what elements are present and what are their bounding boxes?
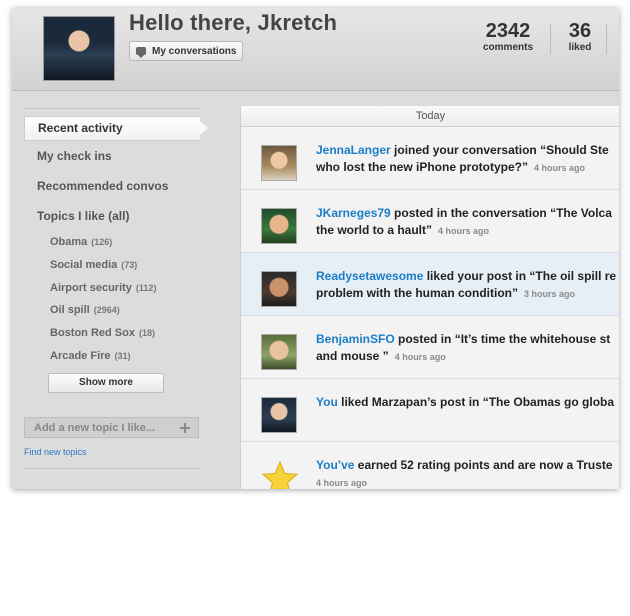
feed-text: You liked Marzapan’s post in “The Obamas…	[316, 394, 619, 411]
add-topic-input[interactable]	[34, 421, 174, 434]
feed-message: joined your conversation “Should Ste	[390, 143, 609, 157]
topic-name: Boston Red Sox	[50, 327, 135, 340]
profile-header: Hello there, Jkretch My conversations 23…	[12, 8, 619, 91]
liked-label: liked	[568, 42, 592, 53]
feed-item[interactable]: JKarneges79 posted in the conversation “…	[241, 190, 619, 253]
topic-count: (126)	[91, 237, 113, 247]
topic-name: Airport security	[50, 281, 132, 294]
topic-count: (2964)	[93, 305, 120, 316]
topic-item[interactable]: Arcade Fire (31)	[24, 345, 200, 368]
man-avatar[interactable]	[261, 208, 297, 244]
feed-timestamp: 4 hours ago	[316, 478, 368, 488]
feed-item[interactable]: You’ve earned 52 rating points and are n…	[241, 442, 619, 489]
topic-count: (112)	[135, 282, 157, 293]
topic-item[interactable]: Social media (73)	[24, 254, 200, 277]
feed-message: posted in the conversation “The Volca	[390, 206, 612, 220]
feed-timestamp: 4 hours ago	[534, 163, 586, 173]
feed-message: liked your post in “The oil spill re	[423, 269, 617, 283]
stat-divider	[606, 24, 607, 54]
comments-label: comments	[482, 42, 533, 53]
feed-timestamp: 3 hours ago	[524, 289, 576, 299]
profile-avatar[interactable]	[43, 16, 115, 81]
my-conversations-button[interactable]: My conversations	[129, 41, 243, 61]
feed-message: earned 52 rating points and are now a Tr…	[354, 458, 613, 472]
feed-timestamp: 4 hours ago	[394, 352, 446, 362]
feed-username[interactable]: BenjaminSFO	[316, 332, 395, 346]
sidebar: Recent activity My check ins Recommended…	[24, 108, 208, 393]
feed-username[interactable]: You	[316, 395, 338, 409]
liked-stat[interactable]: 36 liked	[560, 20, 600, 53]
topic-name: Obama	[50, 236, 88, 248]
feed-text: JKarneges79 posted in the conversation “…	[316, 205, 619, 240]
app-frame: Hello there, Jkretch My conversations 23…	[12, 8, 619, 489]
sidebar-divider	[24, 468, 200, 469]
feed-timestamp: 4 hours ago	[438, 226, 490, 236]
feed-text: Readysetawesome liked your post in “The …	[316, 268, 619, 303]
plus-icon[interactable]	[180, 423, 190, 433]
sidebar-item-recent-activity[interactable]: Recent activity	[24, 116, 208, 141]
topic-count: (18)	[138, 328, 155, 339]
feed-text: JennaLanger joined your conversation “Sh…	[316, 142, 619, 177]
feed-item[interactable]: You liked Marzapan’s post in “The Obamas…	[241, 379, 619, 442]
add-topic-field[interactable]	[24, 417, 199, 438]
feed-date-header: Today	[241, 106, 619, 127]
feed-text: BenjaminSFO posted in “It’s time the whi…	[316, 331, 619, 366]
feed-message-cont: who lost the new iPhone prototype?”	[316, 160, 528, 174]
feed-item[interactable]: Readysetawesome liked your post in “The …	[241, 253, 619, 316]
activity-feed: Today JennaLanger joined your conversati…	[240, 106, 619, 489]
liked-count: 36	[568, 20, 592, 42]
page-title: Hello there, Jkretch	[129, 10, 338, 35]
star-icon	[261, 460, 299, 489]
topic-name: Arcade Fire	[50, 349, 111, 362]
feed-message-cont: problem with the human condition”	[316, 286, 518, 300]
feed-username[interactable]: You’ve	[316, 458, 354, 472]
feed-text: You’ve earned 52 rating points and are n…	[316, 457, 619, 489]
feed-message: posted in “It’s time the whitehouse st	[394, 332, 611, 346]
topic-item[interactable]: Boston Red Sox (18)	[24, 322, 200, 345]
topic-item[interactable]: Obama (126)	[24, 231, 200, 254]
comments-stat[interactable]: 2342 comments	[477, 20, 539, 53]
user-avatar[interactable]	[261, 397, 297, 433]
feed-item[interactable]: JennaLanger joined your conversation “Sh…	[241, 127, 619, 190]
sidebar-divider	[24, 108, 200, 109]
feed-username[interactable]: JKarneges79	[316, 206, 391, 220]
speech-bubble-icon	[136, 47, 146, 58]
stat-divider	[550, 24, 551, 54]
sidebar-item-topics-i-like[interactable]: Topics I like (all)	[24, 201, 200, 231]
topic-name: Social media	[50, 258, 118, 271]
feed-message: liked Marzapan’s post in “The Obamas go …	[337, 395, 615, 409]
topic-count: (31)	[114, 350, 131, 361]
feed-item[interactable]: BenjaminSFO posted in “It’s time the whi…	[241, 316, 619, 379]
topic-count: (73)	[121, 259, 138, 270]
feed-message-cont: and mouse ”	[316, 349, 389, 363]
young-man-avatar[interactable]	[261, 334, 297, 370]
topic-item[interactable]: Airport security (112)	[24, 277, 200, 300]
my-conversations-label: My conversations	[152, 45, 237, 57]
find-new-topics-link[interactable]: Find new topics	[24, 447, 87, 457]
sidebar-item-my-check-ins[interactable]: My check ins	[24, 141, 200, 171]
comments-count: 2342	[485, 20, 531, 42]
feed-message-cont: the world to a hault”	[316, 223, 432, 237]
feed-username[interactable]: Readysetawesome	[316, 269, 423, 283]
bearded-man-avatar[interactable]	[261, 271, 297, 307]
sidebar-item-recommended-convos[interactable]: Recommended convos	[24, 171, 200, 201]
topic-item[interactable]: Oil spill (2964)	[24, 299, 200, 322]
topic-name: Oil spill	[50, 304, 90, 317]
woman-avatar[interactable]	[261, 145, 297, 181]
show-more-button[interactable]: Show more	[48, 372, 164, 393]
feed-username[interactable]: JennaLanger	[316, 143, 391, 157]
